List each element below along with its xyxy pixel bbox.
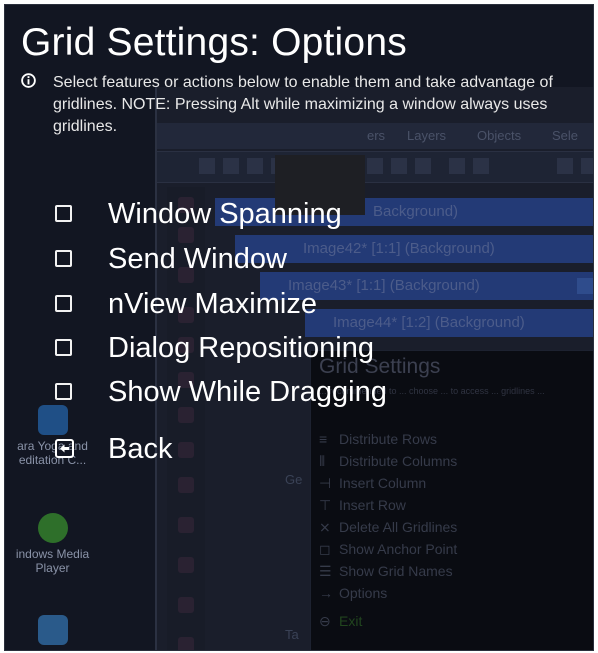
background-window-titlebar: Image42* [1:1] (Background) (235, 235, 593, 263)
browser-icon[interactable] (473, 158, 489, 174)
cut-icon[interactable] (367, 158, 383, 174)
option-label: Show While Dragging (108, 376, 387, 408)
tool-icon[interactable] (178, 407, 194, 423)
desktop-icon-media-player[interactable]: indows Media Player (5, 513, 100, 575)
window-title: Image44* [1:2] (Background) (333, 314, 525, 331)
anchor-icon: ◻ (319, 541, 331, 557)
desktop-icon-browser[interactable] (5, 615, 100, 649)
back-arrow-icon[interactable] (55, 439, 74, 458)
option-label: nView Maximize (108, 288, 317, 320)
copy-icon[interactable] (391, 158, 407, 174)
menu-item-label: Distribute Columns (339, 453, 458, 469)
window-title: Image42* [1:1] (Background) (303, 240, 495, 257)
checkbox-icon[interactable] (55, 205, 72, 222)
paste-icon[interactable] (415, 158, 431, 174)
menu-item-distribute-columns[interactable]: ⦀ Distribute Columns (319, 453, 458, 469)
save-icon[interactable] (247, 158, 263, 174)
menu-item-options[interactable]: → Options (319, 585, 388, 601)
menu-item-insert-row[interactable]: ⊤ Insert Row (319, 497, 406, 513)
desktop-icon-yoga[interactable]: ara Yoga and editation C... (5, 405, 100, 467)
delete-icon: ⨯ (319, 519, 331, 535)
option-label: Window Spanning (108, 198, 342, 230)
menu-item-exit[interactable]: ⊖ Exit (319, 613, 363, 629)
back-label: Back (108, 433, 173, 465)
open-folder-icon[interactable] (223, 158, 239, 174)
arrow-right-icon: → (319, 585, 333, 601)
columns-icon: ⦀ (319, 453, 326, 469)
monitor-icon[interactable] (449, 158, 465, 174)
menu-item-label: Show Grid Names (339, 563, 453, 579)
brush-icon[interactable] (557, 158, 573, 174)
menu-item-label: Distribute Rows (339, 431, 438, 447)
desktop-icon-label: indows Media Player (15, 547, 90, 575)
insert-column-icon: ⊣ (319, 475, 332, 491)
checkbox-icon[interactable] (55, 383, 72, 400)
menu-item-distribute-rows[interactable]: ≡ Distribute Rows (319, 431, 438, 447)
minimize-icon[interactable] (577, 278, 593, 294)
tool-icon[interactable] (178, 637, 194, 650)
info-icon (21, 73, 36, 88)
checkbox-icon[interactable] (55, 295, 72, 312)
menu-item-delete-all-gridlines[interactable]: ⨯ Delete All Gridlines (319, 519, 458, 535)
menu-item-label: Exit (339, 613, 363, 629)
app-icon (37, 405, 68, 435)
menu-item-show-grid-names[interactable]: ☰ Show Grid Names (319, 563, 453, 579)
tool-icon[interactable] (178, 597, 194, 613)
screen: ara Yoga and editation C... indows Media… (4, 4, 594, 651)
names-icon: ☰ (319, 563, 332, 579)
option-label: Send Window (108, 243, 287, 275)
browser-icon (37, 615, 68, 645)
option-label: Dialog Repositioning (108, 332, 374, 364)
menu-item-label: Options (339, 585, 388, 601)
side-label: Ta (285, 627, 299, 642)
menu-item-label: Insert Column (339, 475, 427, 491)
side-label: Ge (285, 472, 303, 487)
background-toolbar (157, 151, 593, 183)
page-title: Grid Settings: Options (21, 21, 407, 64)
desktop-icon-label: ara Yoga and editation C... (17, 439, 88, 467)
info-text: Select features or actions below to enab… (53, 74, 553, 135)
tool-icon[interactable] (178, 442, 194, 458)
keyboard-icon[interactable] (581, 158, 593, 174)
tool-icon[interactable] (178, 477, 194, 493)
rows-icon: ≡ (319, 431, 328, 447)
window-title: Background) (373, 203, 459, 220)
menu-item-show-anchor-point[interactable]: ◻ Show Anchor Point (319, 541, 458, 557)
new-file-icon[interactable] (199, 158, 215, 174)
checkbox-icon[interactable] (55, 250, 72, 267)
menu-item-label: Delete All Gridlines (339, 519, 458, 535)
insert-row-icon: ⊤ (319, 497, 332, 513)
tool-icon[interactable] (178, 557, 194, 573)
menu-item-label: Show Anchor Point (339, 541, 458, 557)
tool-icon[interactable] (178, 517, 194, 533)
menu-item-insert-column[interactable]: ⊣ Insert Column (319, 475, 427, 491)
exit-icon: ⊖ (319, 613, 331, 629)
menu-item-label: Insert Row (339, 497, 406, 513)
checkbox-icon[interactable] (55, 339, 72, 356)
media-player-icon (37, 513, 68, 543)
